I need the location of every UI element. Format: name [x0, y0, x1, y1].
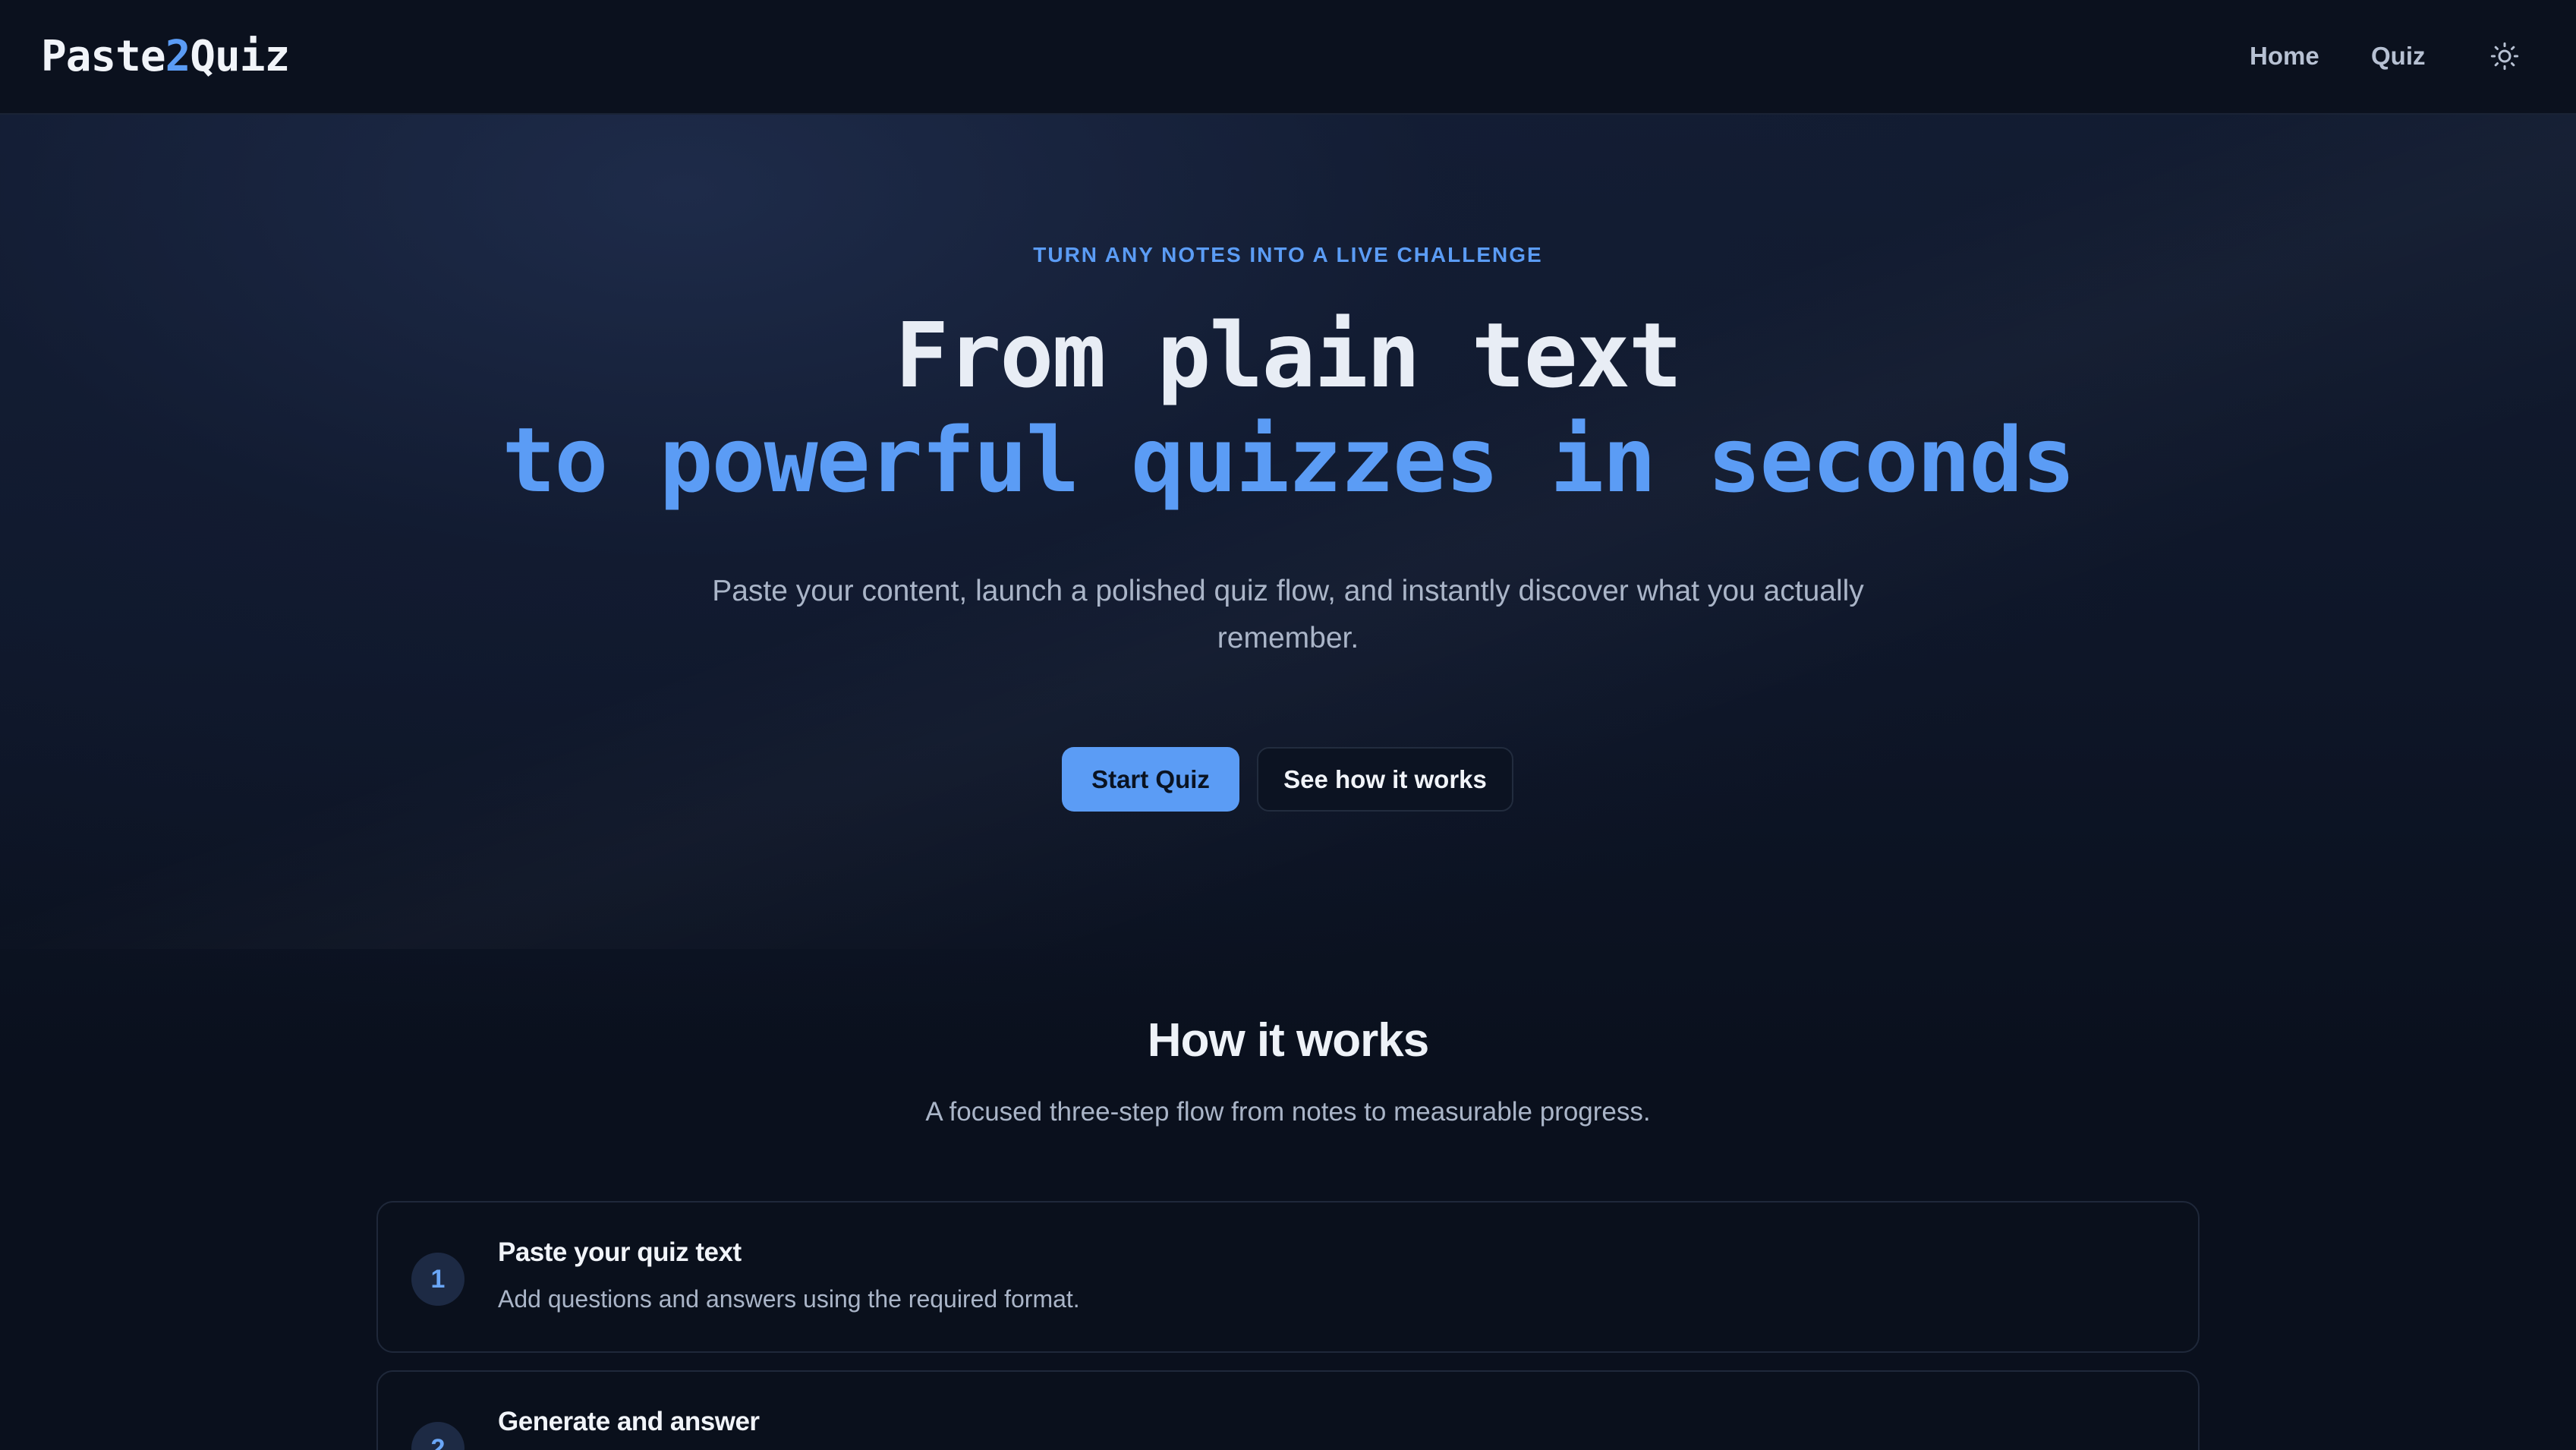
step-number-badge: 2: [411, 1422, 464, 1450]
step-description: Add questions and answers using the requ…: [498, 1285, 1080, 1313]
background-sweep: [0, 114, 2576, 949]
sun-icon: [2490, 42, 2519, 71]
hero-eyebrow: TURN ANY NOTES INTO A LIVE CHALLENGE: [1033, 243, 1543, 266]
nav-link-home[interactable]: Home: [2250, 39, 2319, 73]
step-card: 1 Paste your quiz text Add questions and…: [376, 1201, 2200, 1353]
step-title: Generate and answer: [498, 1407, 760, 1436]
how-it-works-title: How it works: [1147, 1014, 1429, 1067]
start-quiz-button[interactable]: Start Quiz: [1062, 747, 1239, 812]
logo-text-paste: Paste: [41, 32, 166, 81]
top-navbar: Paste2Quiz Home Quiz: [0, 0, 2576, 115]
logo-text-quiz: Quiz: [190, 32, 290, 81]
how-it-works-subtitle: A focused three-step flow from notes to …: [925, 1097, 1651, 1127]
nav-link-quiz[interactable]: Quiz: [2371, 39, 2426, 73]
step-number-badge: 1: [411, 1253, 464, 1306]
step-card: 2 Generate and answer: [376, 1370, 2200, 1450]
theme-toggle-button[interactable]: [2482, 35, 2527, 77]
hero-subtitle: Paste your content, launch a polished qu…: [712, 575, 1864, 654]
logo-text-accent: 2: [165, 32, 191, 81]
step-title: Paste your quiz text: [498, 1237, 742, 1267]
see-how-it-works-button[interactable]: See how it works: [1257, 747, 1513, 812]
logo[interactable]: Paste2Quiz: [41, 30, 290, 84]
hero-title-line2: to powerful quizzes in seconds: [502, 408, 2075, 512]
hero-title-line1: From plain text: [895, 303, 1683, 408]
